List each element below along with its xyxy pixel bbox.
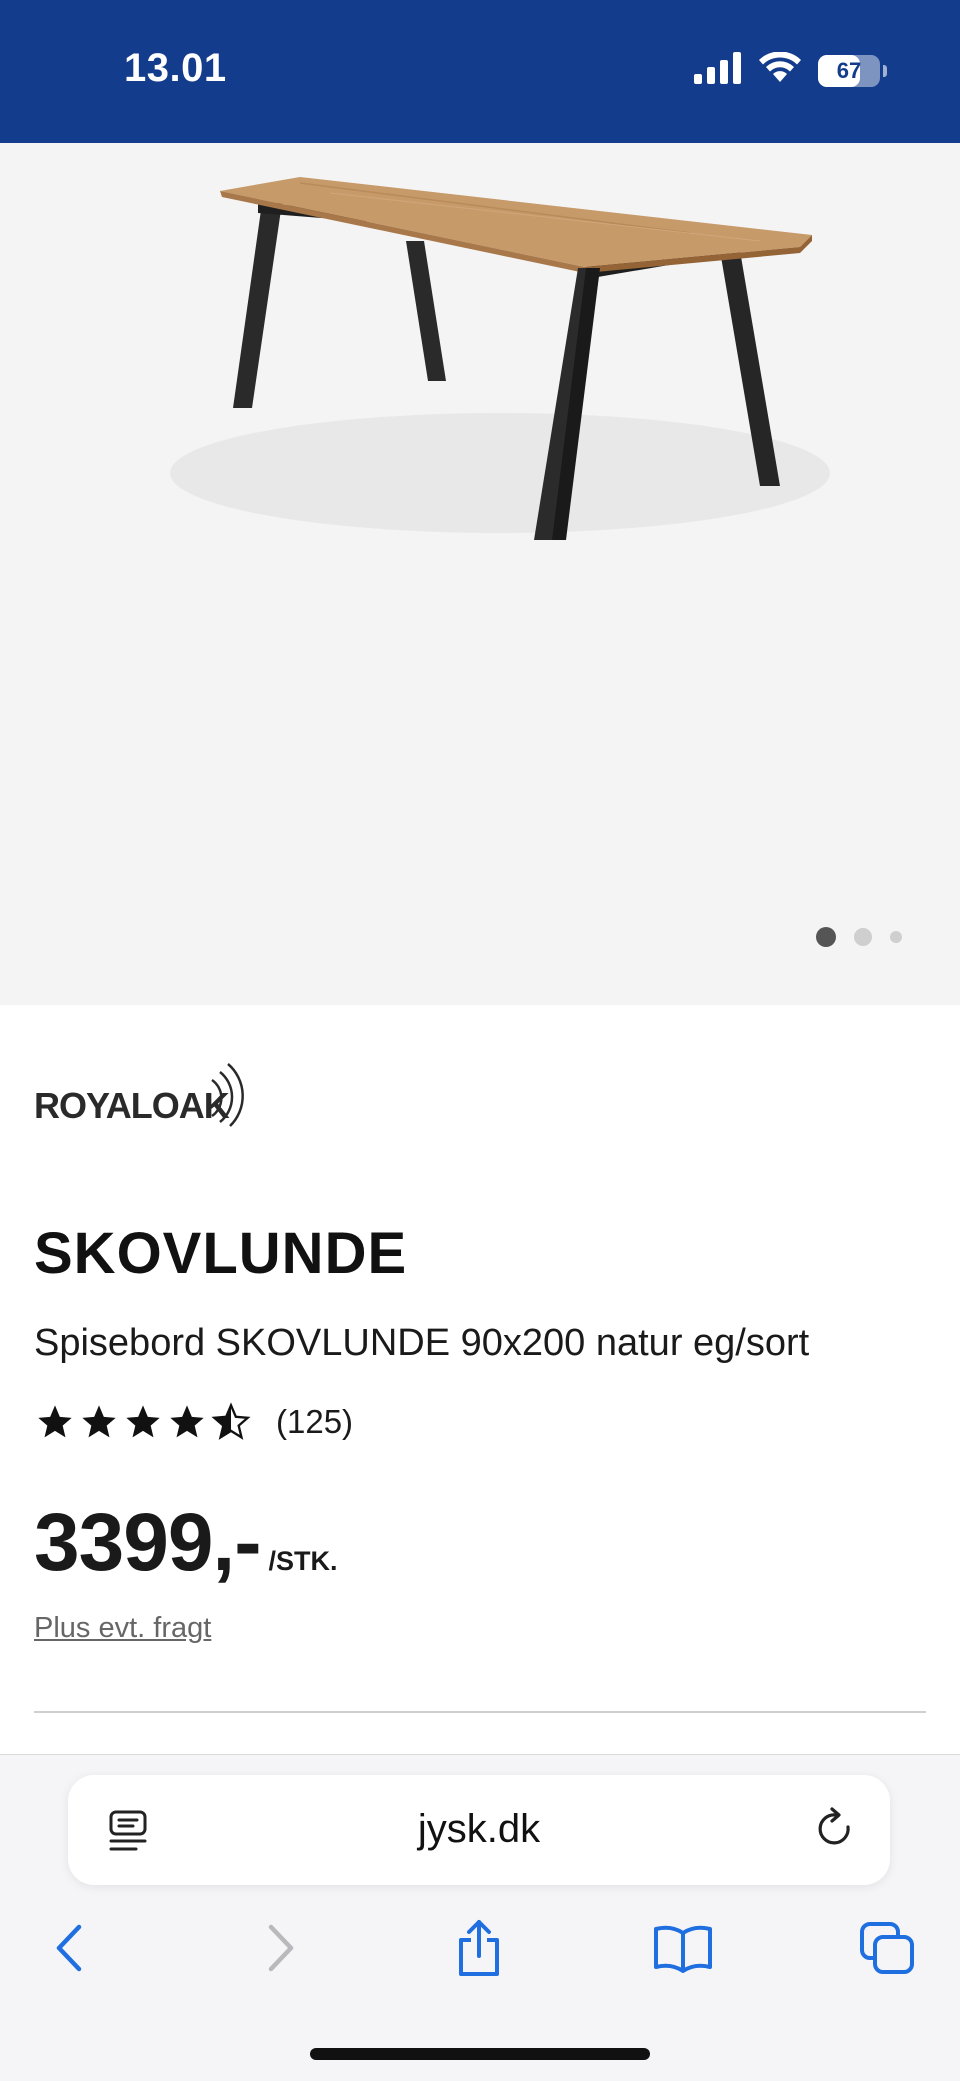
battery-icon: 67	[818, 54, 887, 87]
bookmarks-icon	[654, 1925, 712, 1973]
product-image-gallery[interactable]	[0, 143, 960, 1005]
star-icon	[170, 1405, 204, 1438]
share-button[interactable]	[434, 1903, 524, 1993]
shipping-info-link[interactable]: Plus evt. fragt	[34, 1612, 211, 1645]
product-image	[170, 177, 830, 540]
review-count[interactable]: (125)	[276, 1403, 353, 1441]
star-icon	[38, 1405, 72, 1438]
url-text[interactable]: jysk.dk	[68, 1807, 890, 1852]
bookmarks-button[interactable]	[638, 1903, 728, 1993]
price-unit: /STK.	[268, 1546, 338, 1576]
carousel-dot-3[interactable]	[890, 931, 902, 943]
status-time: 13.01	[124, 46, 227, 90]
forward-arrow-icon	[268, 1924, 294, 1972]
forward-button[interactable]	[234, 1903, 324, 1993]
product-rating[interactable]: (125)	[34, 1402, 353, 1442]
carousel-dots[interactable]	[816, 927, 902, 947]
reload-icon[interactable]	[814, 1807, 858, 1858]
status-bar: 13.01 67	[0, 0, 960, 143]
carousel-dot-1[interactable]	[816, 927, 836, 947]
back-button[interactable]	[26, 1903, 116, 1993]
tabs-icon	[860, 1922, 914, 1974]
battery-level: 67	[836, 57, 862, 83]
half-star-icon	[211, 1402, 251, 1440]
status-icons: 67	[694, 51, 887, 89]
browser-toolbar: jysk.dk	[0, 1754, 960, 2081]
royal-oak-logo[interactable]: ROYALOAK	[34, 1060, 249, 1135]
back-arrow-icon	[56, 1924, 82, 1972]
rating-stars	[34, 1402, 252, 1442]
share-icon	[459, 1920, 499, 1976]
star-icon	[126, 1405, 160, 1438]
product-description: Spisebord SKOVLUNDE 90x200 natur eg/sort	[34, 1322, 810, 1364]
browser-nav-row	[0, 1903, 960, 1993]
star-icon	[82, 1405, 116, 1438]
address-bar[interactable]: jysk.dk	[68, 1775, 890, 1885]
svg-text:ROYALOAK: ROYALOAK	[34, 1085, 230, 1126]
price-amount: 3399,-	[34, 1497, 262, 1588]
cellular-signal-icon	[694, 52, 742, 89]
divider	[34, 1711, 926, 1713]
carousel-dot-2[interactable]	[854, 928, 872, 946]
wifi-icon	[758, 51, 802, 89]
price: 3399,- /STK.	[34, 1496, 338, 1590]
tabs-button[interactable]	[842, 1903, 932, 1993]
product-title: SKOVLUNDE	[34, 1221, 408, 1286]
home-indicator[interactable]	[310, 2048, 650, 2060]
